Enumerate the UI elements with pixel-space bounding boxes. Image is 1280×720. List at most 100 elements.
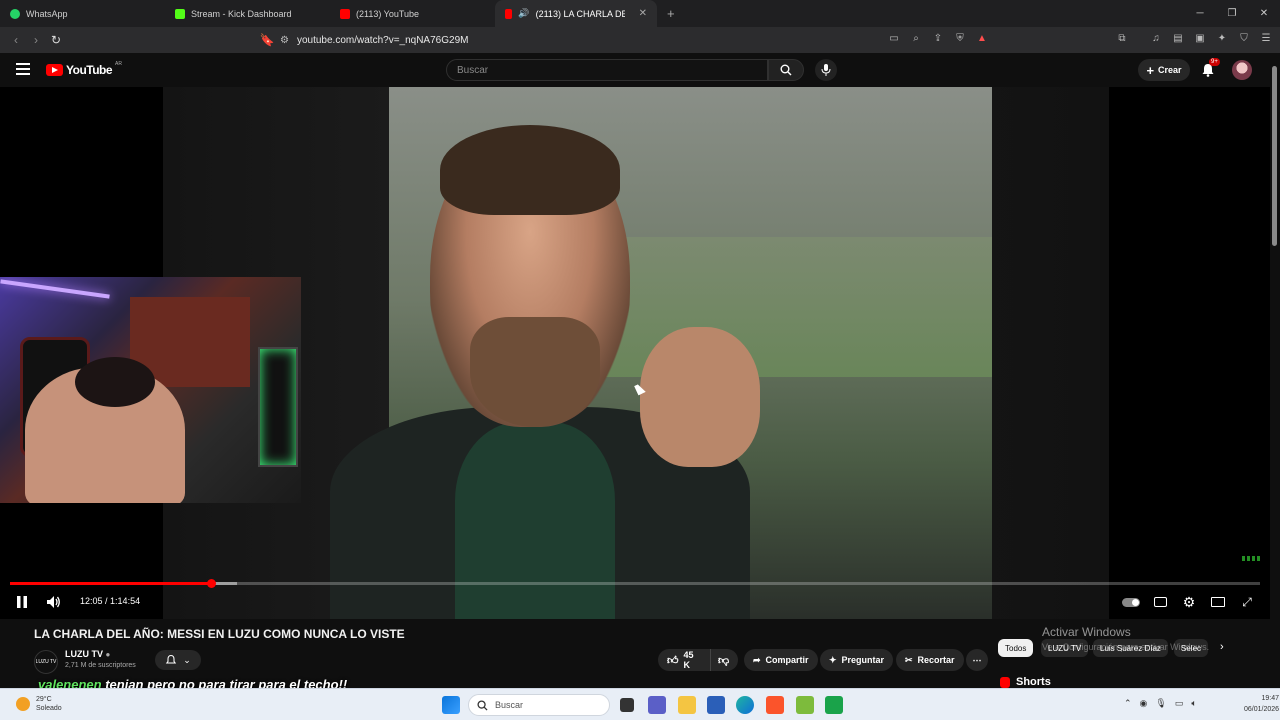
voice-search-button[interactable] [815, 59, 837, 81]
shorts-icon [1000, 676, 1010, 688]
autoplay-toggle[interactable] [1121, 593, 1141, 611]
pause-button[interactable] [14, 593, 30, 611]
volume-button[interactable] [45, 593, 63, 611]
taskbar-search[interactable]: Buscar [468, 694, 610, 716]
more-actions-button[interactable]: ⋯ [966, 649, 988, 671]
weather-condition: Soleado [36, 705, 62, 712]
verified-icon: ● [105, 650, 111, 659]
maximize-icon[interactable]: ❐ [1216, 0, 1248, 27]
tab-label: (2113) YouTube [356, 8, 420, 19]
subscriber-count: 2,71 M de suscriptores [65, 662, 136, 669]
ask-button[interactable]: ✦ Preguntar [820, 649, 894, 671]
brave-icon[interactable] [766, 696, 784, 714]
progress-played [10, 582, 212, 585]
channel-avatar[interactable]: LUZU TV [34, 650, 58, 674]
tab-label: Stream - Kick Dashboard [191, 8, 292, 19]
clock-time: 19:47 [1261, 695, 1280, 702]
tab-kick-dashboard[interactable]: Stream - Kick Dashboard [165, 0, 330, 27]
microphone-icon [821, 64, 831, 76]
tab-youtube[interactable]: (2113) YouTube [330, 0, 495, 27]
weather-temp: 29°C [36, 696, 52, 703]
streamer-webcam-overlay [0, 277, 301, 503]
brave-rewards-icon[interactable]: ▲ [974, 30, 990, 46]
channel-name[interactable]: LUZU TV ● [65, 649, 110, 659]
theater-mode-button[interactable] [1209, 593, 1227, 611]
clip-label: Recortar [917, 655, 955, 665]
zoom-icon[interactable]: ⌕ [908, 30, 924, 46]
sidebar-icon[interactable]: ▤ [1170, 30, 1186, 46]
screenshot-icon[interactable]: ⧉ [1114, 30, 1130, 46]
minimize-icon[interactable]: ─ [1184, 0, 1216, 27]
more-dots-icon: ⋯ [972, 654, 982, 665]
create-button[interactable]: + Crear [1138, 59, 1190, 81]
scissors-icon: ✂ [905, 654, 913, 665]
create-label: Crear [1158, 65, 1182, 75]
taskbar-clock[interactable]: 19:47 06/01/2026 [1244, 693, 1279, 715]
user-avatar[interactable] [1232, 60, 1252, 80]
video-person-hand [640, 327, 760, 467]
close-window-icon[interactable]: ✕ [1248, 0, 1280, 27]
media-icon[interactable]: ♫ [1148, 30, 1164, 46]
ask-label: Preguntar [841, 655, 885, 665]
xbox-icon[interactable] [796, 696, 814, 714]
windows-start-icon[interactable] [442, 696, 460, 714]
address-bar: ‹ › ↻ 🔖 ⚙ youtube.com/watch?v=_nqNA76G29… [0, 27, 1280, 53]
subtitles-button[interactable] [1151, 593, 1169, 611]
kick-icon [175, 8, 185, 19]
store-icon[interactable] [707, 696, 725, 714]
kick-app-icon[interactable] [825, 696, 843, 714]
chip-todos[interactable]: Todos [998, 639, 1034, 657]
teams-icon[interactable] [648, 696, 666, 714]
back-icon[interactable]: ‹ [6, 30, 26, 50]
forward-icon[interactable]: › [26, 30, 46, 50]
wallet-icon[interactable]: ▣ [1192, 30, 1208, 46]
volume-tray-icon[interactable]: 🔈︎ [1191, 698, 1196, 709]
channel-name-text: LUZU TV [65, 649, 103, 659]
tray-chevron-icon[interactable]: ⌃ [1124, 698, 1132, 709]
fullscreen-button[interactable]: ⤢ [1238, 593, 1256, 611]
subscribed-bell-button[interactable]: ⌄ [155, 650, 201, 670]
file-explorer-icon[interactable] [678, 696, 696, 714]
reload-icon[interactable]: ↻ [46, 30, 66, 50]
task-view-icon[interactable] [620, 698, 634, 712]
clip-button[interactable]: ✂ Recortar [896, 649, 964, 671]
volume-icon [47, 596, 60, 608]
shorts-label: Shorts [1016, 676, 1051, 688]
scrollbar-thumb[interactable] [1272, 66, 1277, 246]
site-info-icon[interactable]: ⚙ [280, 35, 289, 46]
edge-icon[interactable] [736, 696, 754, 714]
settings-button[interactable]: ⚙ [1180, 593, 1198, 611]
chevron-down-icon: ⌄ [183, 654, 191, 665]
video-player[interactable]: 12:05 / 1:14:54 ⚙ ⤢ [0, 87, 1270, 619]
share-button[interactable]: ➦ Compartir [744, 649, 818, 671]
shorts-section-header: Shorts [1000, 676, 1051, 688]
tab-whatsapp[interactable]: WhatsApp [0, 0, 165, 27]
share-icon[interactable]: ⇪ [930, 30, 946, 46]
vpn-icon[interactable]: ⛉ [1236, 30, 1252, 46]
dislike-button[interactable]: 👎︎ [710, 649, 738, 671]
mic-tray-icon[interactable]: 🎙︎ [1155, 698, 1166, 709]
hamburger-menu-icon[interactable] [16, 63, 30, 75]
chevron-right-icon[interactable]: › [1220, 641, 1224, 653]
youtube-logo[interactable]: YouTube AR [46, 61, 122, 77]
close-tab-icon[interactable]: ✕ [639, 8, 647, 19]
brave-shield-icon[interactable]: ⛨ [952, 30, 968, 46]
tab-video-active[interactable]: 🔊 (2113) LA CHARLA DEL AÑO: ✕ [495, 0, 657, 27]
new-tab-button[interactable]: + [657, 0, 685, 27]
bookmark-icon[interactable]: 🔖 [257, 30, 277, 50]
pause-icon [17, 596, 27, 608]
tray-app-icon[interactable]: ◉ [1140, 698, 1148, 709]
cast-icon[interactable]: ▭ [886, 30, 902, 46]
search-input[interactable]: Buscar [446, 59, 768, 81]
search-button[interactable] [768, 59, 804, 81]
leo-ai-icon[interactable]: ✦ [1214, 30, 1230, 46]
like-button[interactable]: 👍︎ 45 K [658, 649, 710, 671]
video-person-shirt [455, 422, 615, 619]
weather-widget[interactable]: 29°C Soleado [16, 695, 62, 713]
sun-icon [16, 697, 30, 711]
plus-icon: + [1146, 62, 1155, 78]
search-placeholder: Buscar [457, 64, 489, 76]
like-count: 45 K [683, 650, 694, 670]
menu-icon[interactable]: ☰ [1258, 30, 1274, 46]
network-icon[interactable]: ▭ [1175, 698, 1184, 709]
